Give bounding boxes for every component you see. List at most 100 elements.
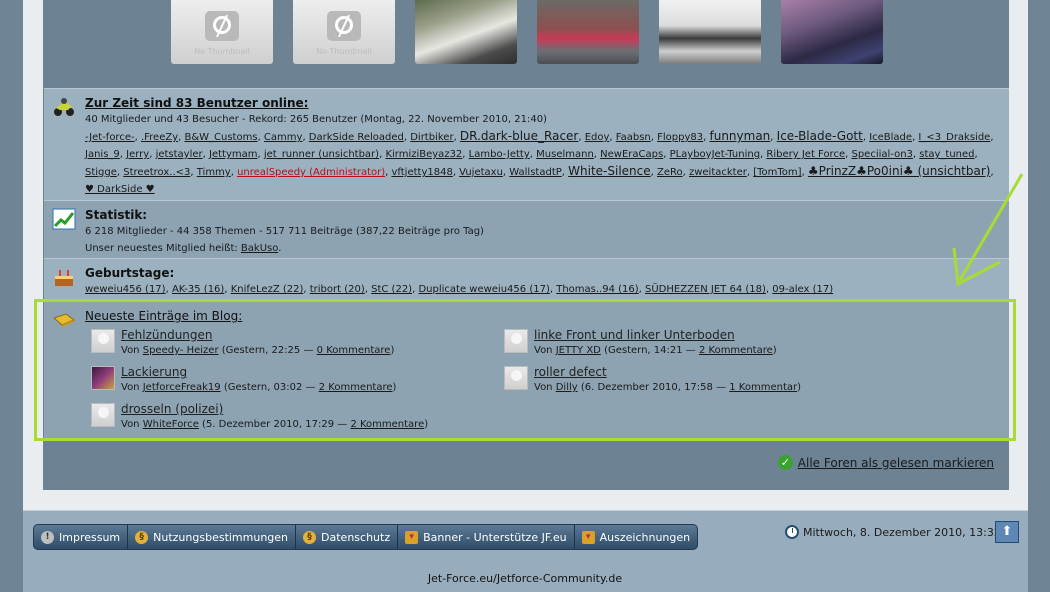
online-user-link[interactable]: Jettymam xyxy=(209,149,257,160)
nav-banner[interactable]: ▾ Banner - Unterstütze JF.eu xyxy=(398,525,575,549)
nav-label: Datenschutz xyxy=(321,530,391,544)
online-user-link[interactable]: Cammy xyxy=(264,132,303,143)
avatar[interactable] xyxy=(91,403,115,427)
blog-entry-title[interactable]: linke Front und linker Unterboden xyxy=(534,328,735,342)
birthday-user-link[interactable]: KnifeLezZ (22) xyxy=(231,284,304,295)
blog-entry-title[interactable]: drosseln (polizei) xyxy=(121,402,223,416)
birthday-user-link[interactable]: Duplicate weweiu456 (17) xyxy=(418,284,549,295)
blog-author-link[interactable]: WhiteForce xyxy=(143,419,199,430)
blog-author-link[interactable]: JETTY XD xyxy=(556,345,601,356)
blog-author-link[interactable]: Dilly xyxy=(556,382,578,393)
thumbnail-photo[interactable] xyxy=(781,0,883,64)
current-datetime: Mittwoch, 8. Dezember 2010, 13:32 xyxy=(785,525,1001,539)
birthday-list: weweiu456 (17), AK-35 (16), KnifeLezZ (2… xyxy=(85,284,834,295)
mark-all-read-link[interactable]: Alle Foren als gelesen markieren xyxy=(798,456,994,470)
online-user-link[interactable]: [TomTom] xyxy=(753,167,801,178)
online-user-link[interactable]: Stigge xyxy=(85,167,117,178)
online-user-link[interactable]: Lambo-Jetty xyxy=(469,149,530,160)
online-user-link[interactable]: IceBlade xyxy=(869,132,912,143)
comments-link[interactable]: 2 Kommentare xyxy=(699,345,773,356)
nav-terms[interactable]: § Nutzungsbestimmungen xyxy=(128,525,297,549)
medal-icon: ▾ xyxy=(405,530,419,544)
online-user-link[interactable]: Streetrox..<3 xyxy=(123,167,190,178)
birthday-user-link[interactable]: Thomas..94 (16) xyxy=(556,284,638,295)
online-user-link[interactable]: Ribery Jet Force xyxy=(766,149,845,160)
mark-all-read[interactable]: ✓ Alle Foren als gelesen markieren xyxy=(777,455,994,470)
online-user-link[interactable]: Janis_9 xyxy=(85,149,120,160)
newest-member-link[interactable]: BakUso xyxy=(241,243,278,254)
online-user-link[interactable]: I_<3_Drakside xyxy=(918,132,990,143)
online-user-link[interactable]: Floppy83 xyxy=(657,132,703,143)
online-users-box: Zur Zeit sind 83 Benutzer online: 40 Mit… xyxy=(44,88,1009,200)
nav-awards[interactable]: ▾ Auszeichnungen xyxy=(575,525,697,549)
online-user-link[interactable]: Timmy xyxy=(197,167,231,178)
avatar[interactable] xyxy=(504,366,528,390)
blog-entry-title[interactable]: roller defect xyxy=(534,365,607,379)
online-user-link[interactable]: B&W_Customs xyxy=(184,132,257,143)
blog-author-link[interactable]: Speedy- Heizer xyxy=(143,345,219,356)
online-user-link[interactable]: zweitackter xyxy=(689,167,747,178)
avatar[interactable] xyxy=(504,329,528,353)
online-user-link[interactable]: WallstadtP xyxy=(509,167,562,178)
online-user-link[interactable]: Muselmann xyxy=(536,149,594,160)
thumbnail-placeholder[interactable]: No Thumbnail xyxy=(171,0,273,64)
birthday-user-link[interactable]: tribort (20) xyxy=(310,284,365,295)
online-user-link[interactable]: Faabsn xyxy=(616,132,651,143)
thumbnail-caption: No Thumbnail xyxy=(316,47,372,56)
online-user-link[interactable]: vftjetty1848 xyxy=(391,167,452,178)
online-user-link[interactable]: Vujetaxu xyxy=(459,167,503,178)
online-user-link[interactable]: Dirtbiker xyxy=(410,132,453,143)
online-user-link[interactable]: KirmiziBeyaz32 xyxy=(385,149,462,160)
blog-entry-title[interactable]: Fehlzündungen xyxy=(121,328,213,342)
thumbnail-photo[interactable] xyxy=(537,0,639,64)
thumbnail-placeholder[interactable]: No Thumbnail xyxy=(293,0,395,64)
online-user-link[interactable]: White-Silence xyxy=(568,164,650,178)
nav-privacy[interactable]: § Datenschutz xyxy=(296,525,399,549)
online-users-title[interactable]: Zur Zeit sind 83 Benutzer online: xyxy=(85,95,999,111)
medal-icon: ▾ xyxy=(581,530,595,544)
online-user-link[interactable]: PLayboyJet-Tuning xyxy=(670,149,760,160)
online-user-link[interactable]: Jerry xyxy=(126,149,149,160)
avatar[interactable] xyxy=(91,366,115,390)
statistics-title: Statistik: xyxy=(85,208,148,222)
online-user-link[interactable]: .FreeZy xyxy=(141,132,178,143)
scroll-to-top-button[interactable]: ⬆ xyxy=(995,521,1019,543)
nav-label: Nutzungsbestimmungen xyxy=(153,530,289,544)
birthday-user-link[interactable]: SÜDHEZZEN JET 64 (18) xyxy=(645,284,766,295)
online-user-link[interactable]: jetstayler xyxy=(156,149,203,160)
online-user-link[interactable]: DR.dark-blue_Racer xyxy=(460,129,578,143)
statistics-chart-icon xyxy=(52,208,76,230)
online-user-link[interactable]: stay_tuned xyxy=(919,149,974,160)
meta-close: ) xyxy=(390,345,395,356)
comments-link[interactable]: 1 Kommentar xyxy=(729,382,797,393)
online-user-link[interactable]: Speciial-on3 xyxy=(851,149,912,160)
online-user-link[interactable]: DarkSide Reloaded xyxy=(309,132,404,143)
nav-impressum[interactable]: ! Impressum xyxy=(34,525,129,549)
blog-author-link[interactable]: JetforceFreak19 xyxy=(143,382,221,393)
birthday-user-link[interactable]: AK-35 (16) xyxy=(172,284,224,295)
birthday-user-link[interactable]: weweiu456 (17) xyxy=(85,284,166,295)
online-user-link[interactable]: -Jet-force- xyxy=(85,132,135,143)
comments-link[interactable]: 2 Kommentare xyxy=(350,419,424,430)
newest-member-label: Unser neuestes Mitglied heißt: xyxy=(85,243,241,254)
footer-nav: ! Impressum § Nutzungsbestimmungen § Dat… xyxy=(33,524,699,550)
by-label: Von xyxy=(121,419,140,430)
online-user-link[interactable]: jet_runner (unsichtbar) xyxy=(264,149,379,160)
online-user-link[interactable]: ♥ DarkSide ♥ xyxy=(85,184,155,195)
birthday-user-link[interactable]: StC (22) xyxy=(371,284,412,295)
meta-close: ) xyxy=(424,419,429,430)
thumbnail-photo[interactable] xyxy=(415,0,517,64)
online-user-link[interactable]: NewEraCaps xyxy=(600,149,663,160)
thumbnail-photo[interactable] xyxy=(659,0,761,64)
online-user-link[interactable]: ZeRo xyxy=(657,167,683,178)
online-user-link[interactable]: Ice-Blade-Gott xyxy=(777,129,863,143)
comments-link[interactable]: 0 Kommentare xyxy=(317,345,391,356)
online-summary: 40 Mitglieder und 43 Besucher - Rekord: … xyxy=(85,114,547,125)
online-user-link[interactable]: Edoy xyxy=(585,132,610,143)
birthday-user-link[interactable]: 09-alex (17) xyxy=(772,284,833,295)
comments-link[interactable]: 2 Kommentare xyxy=(319,382,393,393)
online-user-link[interactable]: unrealSpeedy (Administrator) xyxy=(237,167,385,178)
avatar[interactable] xyxy=(91,329,115,353)
blog-entry-title[interactable]: Lackierung xyxy=(121,365,187,379)
online-user-link[interactable]: funnyman xyxy=(710,129,771,143)
